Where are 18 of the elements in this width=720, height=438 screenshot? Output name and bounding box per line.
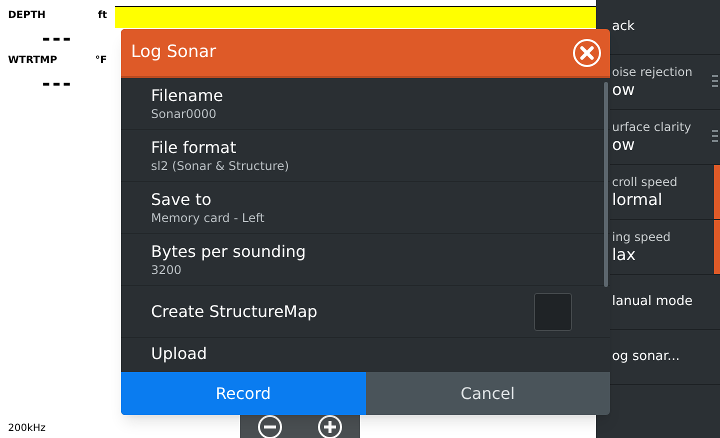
readout-unit: ft [98, 9, 107, 23]
readout-value: --- [42, 25, 73, 52]
dialog-row[interactable]: Create StructureMap [121, 286, 610, 338]
scrollbar[interactable] [604, 82, 608, 287]
record-button[interactable]: Record [121, 372, 366, 415]
checkbox[interactable] [534, 292, 572, 330]
close-icon[interactable] [572, 38, 602, 68]
grip-icon[interactable] [712, 75, 718, 87]
dialog-title: Log Sonar [131, 40, 216, 64]
frequency-label: 200kHz [8, 422, 47, 436]
readout-value: --- [42, 70, 73, 97]
grip-icon[interactable] [712, 130, 718, 142]
zoom-out-icon[interactable] [257, 414, 283, 438]
cancel-button[interactable]: Cancel [366, 372, 610, 415]
readout-label: WTRTMP [8, 54, 58, 68]
zoom-in-icon[interactable] [317, 414, 343, 438]
readout-label: DEPTH [8, 9, 46, 23]
readout-unit: °F [95, 54, 107, 68]
